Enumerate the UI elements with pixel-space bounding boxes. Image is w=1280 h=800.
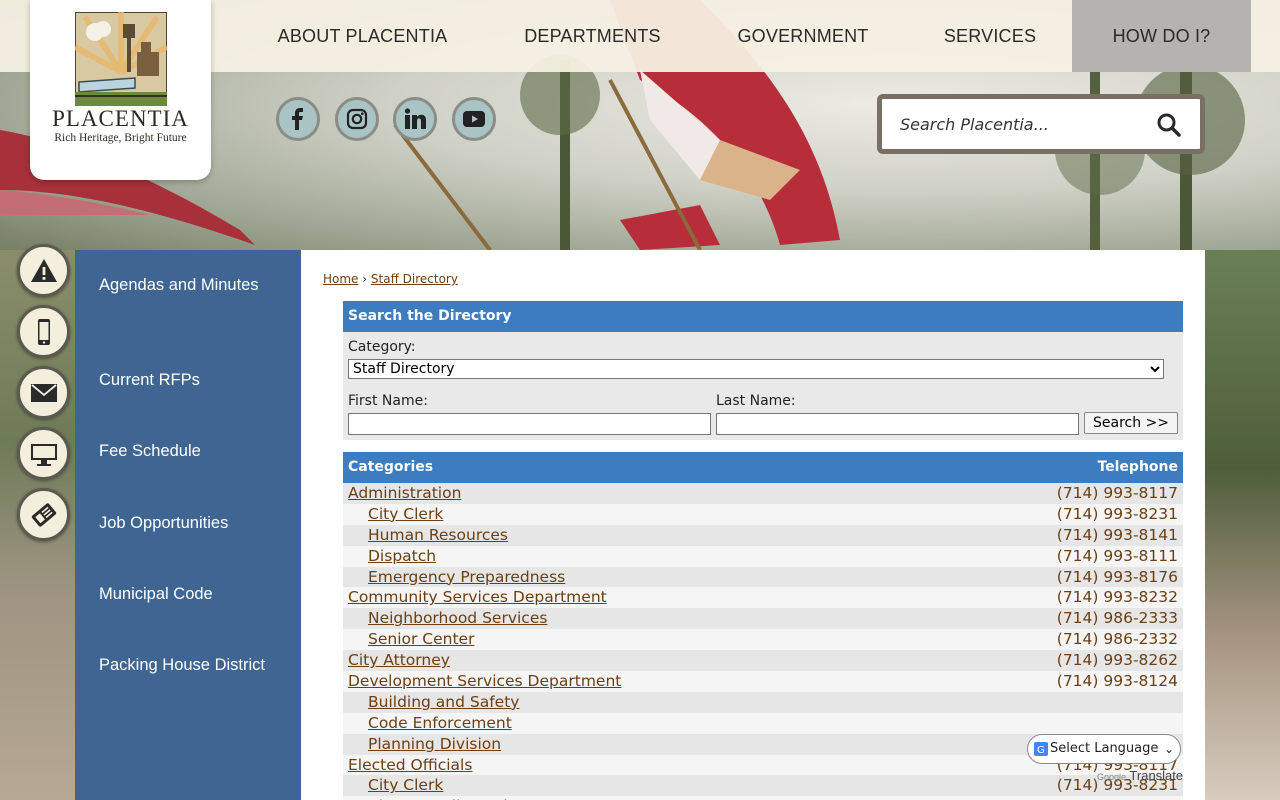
table-row: Development Services Department (714) 993… — [343, 671, 1183, 692]
main-content: Home › Staff Directory Search the Direct… — [301, 250, 1205, 800]
table-row: Building and Safety — [343, 691, 1183, 713]
table-row: Human Resources (714) 993-8141 — [343, 524, 1183, 546]
table-row: City Clerk (714) 993-8231 — [343, 503, 1183, 525]
category-link[interactable]: Elected Officials — [348, 755, 472, 776]
breadcrumb-home-link[interactable]: Home — [323, 272, 358, 286]
email-icon[interactable] — [17, 366, 70, 419]
table-row: Dispatch (714) 993-8111 — [343, 545, 1183, 567]
category-link[interactable]: Code Enforcement — [368, 713, 512, 734]
nav-about-placentia[interactable]: ABOUT PLACENTIA — [255, 0, 470, 72]
sidebar-link-current-rfps[interactable]: Current RFPs — [99, 368, 279, 392]
instagram-icon[interactable] — [335, 97, 379, 141]
monitor-icon[interactable] — [17, 427, 70, 480]
breadcrumb: Home › Staff Directory — [323, 272, 458, 286]
nav-government[interactable]: GOVERNMENT — [720, 0, 886, 72]
telephone-column-header: Telephone — [1097, 459, 1178, 475]
table-row: Code Enforcement — [343, 712, 1183, 734]
category-link[interactable]: Emergency Preparedness — [368, 567, 565, 588]
logo-emblem-icon — [75, 12, 167, 106]
category-link[interactable]: Building and Safety — [368, 692, 519, 713]
category-phone: (714) 993-8117 — [1056, 484, 1178, 502]
sidebar-link-municipal-code[interactable]: Municipal Code — [99, 582, 279, 606]
category-link[interactable]: Planning Division — [368, 734, 501, 755]
category-phone: (714) 993-8176 — [1056, 567, 1178, 586]
category-link[interactable]: City Clerk — [368, 504, 443, 525]
category-link[interactable]: Neighborhood Services — [368, 608, 547, 629]
table-row: Neighborhood Services (714) 986-2333 — [343, 608, 1183, 630]
sidebar-link-job-opportunities[interactable]: Job Opportunities — [99, 511, 279, 535]
category-label: Category: — [348, 339, 416, 355]
table-row: Administration (714) 993-8117 — [343, 483, 1183, 504]
table-row: City Attorney (714) 993-8262 — [343, 650, 1183, 672]
site-search — [877, 94, 1205, 154]
first-name-input[interactable] — [348, 413, 711, 435]
alert-icon[interactable] — [17, 244, 70, 297]
table-row: Senior Center (714) 986-2332 — [343, 629, 1183, 651]
category-link[interactable]: Administration — [348, 483, 461, 504]
svg-text:G: G — [1037, 745, 1045, 756]
category-link[interactable]: City Attorney — [348, 650, 450, 671]
category-link[interactable]: City Clerk — [368, 775, 443, 796]
category-phone: (714) 993-8231 — [1056, 504, 1178, 523]
table-row: Emergency Preparedness (714) 993-8176 — [343, 566, 1183, 588]
search-icon[interactable] — [1156, 112, 1182, 138]
google-wordmark: Google — [1097, 772, 1127, 782]
category-phone: (714) 993-8262 — [1056, 651, 1178, 670]
last-name-label: Last Name: — [716, 393, 796, 409]
category-link[interactable]: Dispatch — [368, 546, 436, 567]
logo-city-name: PLACENTIA — [52, 106, 189, 131]
directory-search-button[interactable]: Search >> — [1084, 412, 1178, 434]
nav-services[interactable]: SERVICES — [925, 0, 1055, 72]
city-logo[interactable]: PLACENTIA Rich Heritage, Bright Future — [30, 0, 211, 180]
nav-departments[interactable]: DEPARTMENTS — [505, 0, 680, 72]
table-row: Community Services Department (714) 993-8… — [343, 587, 1183, 609]
last-name-input[interactable] — [716, 413, 1079, 435]
logo-tagline: Rich Heritage, Bright Future — [54, 132, 187, 144]
directory-search-title: Search the Directory — [343, 301, 1183, 332]
google-translate-icon: G — [1034, 742, 1048, 756]
category-phone: (714) 993-8111 — [1056, 546, 1178, 565]
quick-links-sidebar: Agendas and Minutes Current RFPs Fee Sch… — [75, 250, 301, 800]
category-phone: (714) 986-2332 — [1056, 630, 1178, 649]
breadcrumb-staff-directory-link[interactable]: Staff Directory — [371, 272, 458, 286]
language-select-label: Select Language — [1050, 741, 1159, 756]
category-phone: (714) 993-8141 — [1056, 525, 1178, 544]
first-name-label: First Name: — [348, 393, 428, 409]
powered-by-google-translate[interactable]: Google Translate — [1097, 768, 1183, 783]
language-select[interactable]: G Select Language ⌄ — [1027, 734, 1181, 764]
sidebar-link-agendas-and-minutes[interactable]: Agendas and Minutes — [99, 273, 279, 297]
mobile-phone-icon[interactable] — [17, 305, 70, 358]
youtube-icon[interactable] — [452, 97, 496, 141]
category-phone: (714) 986-2333 — [1056, 609, 1178, 628]
category-link[interactable]: Development Services Department — [348, 671, 621, 692]
category-link[interactable]: Senior Center — [368, 629, 474, 650]
table-row: City Clerk (714) 993-8231 — [343, 775, 1183, 797]
chevron-down-icon: ⌄ — [1163, 742, 1174, 756]
linkedin-icon[interactable] — [393, 97, 437, 141]
site-search-input[interactable] — [900, 111, 1140, 137]
nav-how-do-i[interactable]: HOW DO I? — [1072, 0, 1251, 72]
facebook-icon[interactable] — [276, 97, 320, 141]
category-select[interactable]: Staff Directory — [348, 359, 1164, 379]
news-icon[interactable] — [17, 488, 70, 541]
category-link[interactable]: Human Resources — [368, 525, 508, 546]
right-photo-strip — [1205, 250, 1280, 800]
directory-search-panel: Search the Directory Category: Staff Dir… — [343, 301, 1183, 440]
category-link[interactable]: City Council Members — [368, 796, 537, 800]
categories-header: Categories Telephone — [343, 452, 1183, 483]
sidebar-link-packing-house-district[interactable]: Packing House District — [99, 653, 279, 677]
category-link[interactable]: Community Services Department — [348, 587, 607, 608]
categories-column-header: Categories — [348, 459, 434, 475]
category-phone: (714) 993-8232 — [1056, 588, 1178, 607]
sidebar-link-fee-schedule[interactable]: Fee Schedule — [99, 439, 279, 463]
category-phone: (714) 993-8124 — [1056, 672, 1178, 691]
table-row: City Council Members — [343, 796, 1183, 800]
breadcrumb-separator: › — [362, 272, 368, 286]
translate-link: Translate — [1129, 768, 1184, 783]
